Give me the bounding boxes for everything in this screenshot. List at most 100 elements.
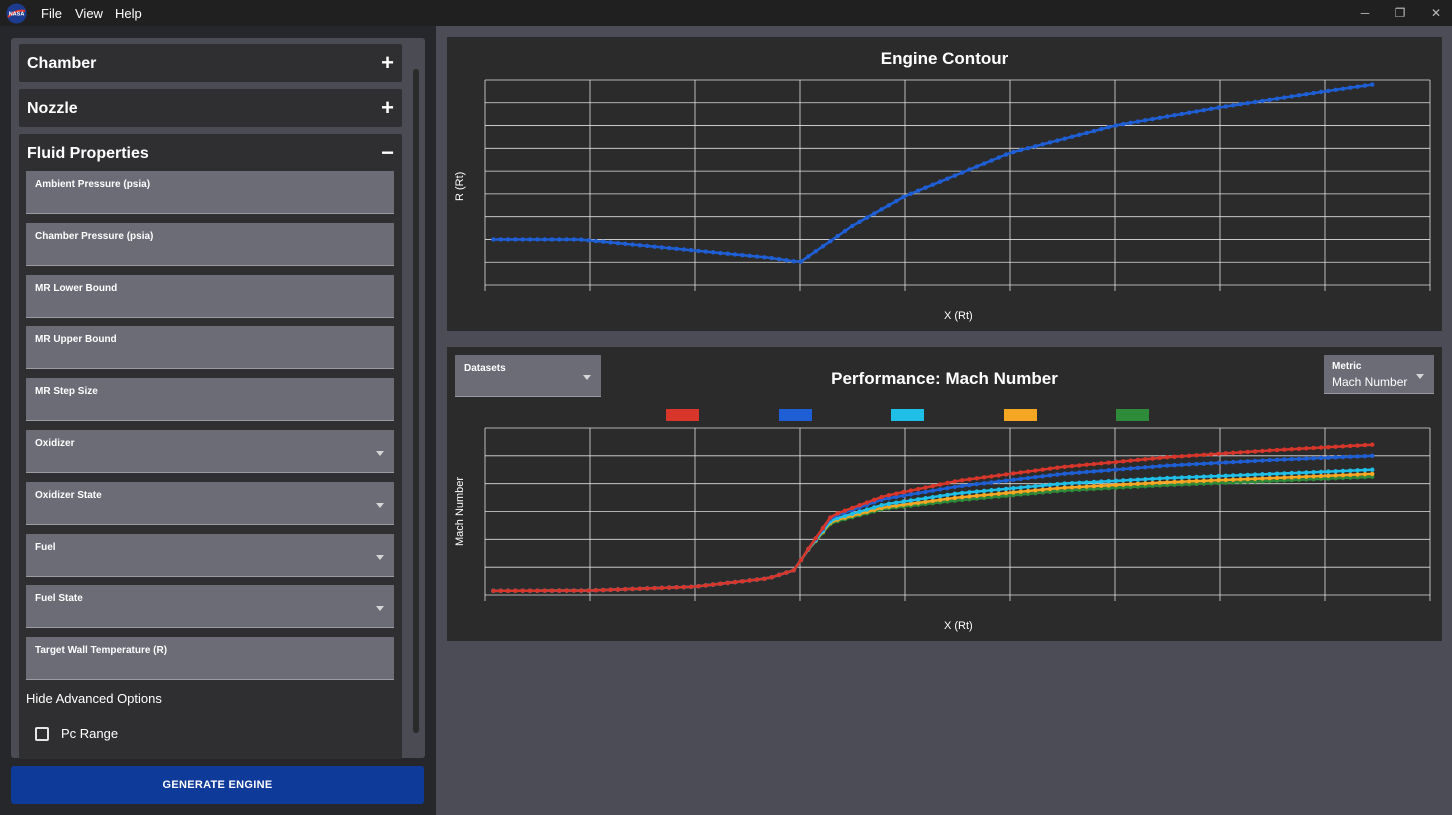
- data-point: [520, 588, 525, 593]
- data-point: [1208, 474, 1214, 479]
- data-point: [1216, 460, 1221, 466]
- data-point: [915, 490, 921, 496]
- data-point: [981, 481, 987, 486]
- data-point: [1282, 95, 1287, 100]
- data-point: [872, 497, 877, 503]
- data-point: [1370, 453, 1375, 459]
- field-mr-step-size[interactable]: MR Step Size: [26, 378, 394, 422]
- data-point: [1033, 144, 1038, 149]
- field-chamber-pressure-psia[interactable]: Chamber Pressure (psia): [26, 222, 394, 266]
- data-point: [1084, 480, 1089, 485]
- generate-engine-button[interactable]: GENERATE ENGINE: [11, 766, 424, 804]
- data-point: [923, 485, 928, 490]
- data-point: [1296, 474, 1302, 480]
- data-point: [732, 579, 738, 585]
- expand-icon[interactable]: +: [381, 95, 394, 121]
- data-point: [952, 484, 957, 490]
- field-fuel[interactable]: Fuel: [26, 533, 394, 577]
- field-target-wall-temperature-r[interactable]: Target Wall Temperature (R): [26, 637, 394, 681]
- data-point: [959, 478, 965, 483]
- data-point: [1179, 111, 1185, 117]
- data-point: [1355, 454, 1360, 459]
- collapse-icon[interactable]: −: [381, 140, 394, 166]
- data-point: [1033, 483, 1038, 489]
- data-point: [952, 495, 957, 501]
- data-point: [1230, 103, 1236, 108]
- data-point: [1348, 468, 1353, 473]
- settings-scrollbar[interactable]: [413, 69, 419, 733]
- field-label: MR Upper Bound: [35, 334, 117, 346]
- data-point: [1282, 447, 1287, 452]
- field-oxidizer[interactable]: Oxidizer: [26, 430, 394, 473]
- data-point: [542, 237, 547, 242]
- data-point: [1062, 485, 1067, 490]
- data-point: [828, 515, 833, 520]
- field-label: Oxidizer: [35, 438, 75, 449]
- data-point: [549, 588, 555, 593]
- menu-file[interactable]: File: [41, 6, 62, 21]
- data-point: [1091, 469, 1097, 474]
- minimize-icon[interactable]: ─: [1350, 4, 1380, 22]
- close-icon[interactable]: ✕: [1421, 4, 1451, 22]
- field-mr-upper-bound[interactable]: MR Upper Bound: [26, 326, 394, 370]
- data-point: [1230, 477, 1236, 482]
- section-nozzle[interactable]: Nozzle +: [19, 89, 402, 127]
- hide-advanced-options-link[interactable]: Hide Advanced Options: [26, 691, 162, 706]
- data-point: [996, 473, 1001, 478]
- menu-help[interactable]: Help: [115, 6, 142, 21]
- data-point: [1164, 455, 1170, 460]
- data-point: [732, 252, 738, 257]
- data-point: [835, 233, 840, 239]
- data-point: [630, 242, 635, 247]
- data-point: [1326, 455, 1331, 460]
- data-point: [1194, 109, 1199, 114]
- data-point: [989, 480, 994, 485]
- data-point: [1077, 470, 1082, 475]
- restore-icon[interactable]: ❐: [1385, 4, 1415, 22]
- data-point: [674, 585, 679, 590]
- data-point: [1128, 120, 1133, 126]
- data-point: [1282, 475, 1287, 480]
- data-point: [1348, 443, 1353, 449]
- data-point: [959, 494, 965, 500]
- expand-icon[interactable]: +: [381, 50, 394, 76]
- data-point: [945, 485, 950, 491]
- data-point: [1230, 450, 1236, 456]
- data-point: [1245, 476, 1250, 482]
- data-point: [769, 255, 774, 261]
- data-point: [579, 588, 584, 593]
- data-point: [879, 494, 884, 500]
- data-point: [967, 477, 972, 482]
- data-point: [1318, 89, 1324, 95]
- data-point: [930, 488, 936, 493]
- menu-view[interactable]: View: [75, 6, 103, 21]
- data-point: [1150, 456, 1155, 461]
- data-point: [937, 487, 943, 492]
- data-point: [1289, 470, 1294, 476]
- data-point: [1040, 142, 1045, 147]
- data-point: [1084, 469, 1089, 475]
- data-point: [1143, 118, 1148, 123]
- data-point: [1084, 484, 1089, 489]
- data-point: [740, 579, 745, 584]
- data-point: [996, 155, 1001, 160]
- field-label: Target Wall Temperature (R): [35, 645, 168, 657]
- data-point: [1289, 457, 1294, 462]
- field-oxidizer-state[interactable]: Oxidizer State: [26, 481, 394, 525]
- data-point: [718, 581, 723, 586]
- section-chamber[interactable]: Chamber +: [19, 44, 402, 82]
- field-ambient-pressure-psia[interactable]: Ambient Pressure (psia): [26, 171, 394, 214]
- section-title-nozzle: Nozzle: [27, 100, 78, 117]
- data-point: [879, 503, 884, 508]
- pc-range-checkbox[interactable]: [35, 727, 49, 741]
- data-point: [1179, 454, 1185, 459]
- data-point: [1208, 106, 1214, 112]
- data-point: [1179, 475, 1185, 480]
- data-point: [1223, 104, 1228, 109]
- data-point: [872, 211, 877, 216]
- data-point: [1201, 461, 1207, 466]
- data-point: [564, 588, 569, 593]
- field-mr-lower-bound[interactable]: MR Lower Bound: [26, 274, 394, 318]
- field-fuel-state[interactable]: Fuel State: [26, 585, 394, 629]
- data-point: [901, 499, 906, 504]
